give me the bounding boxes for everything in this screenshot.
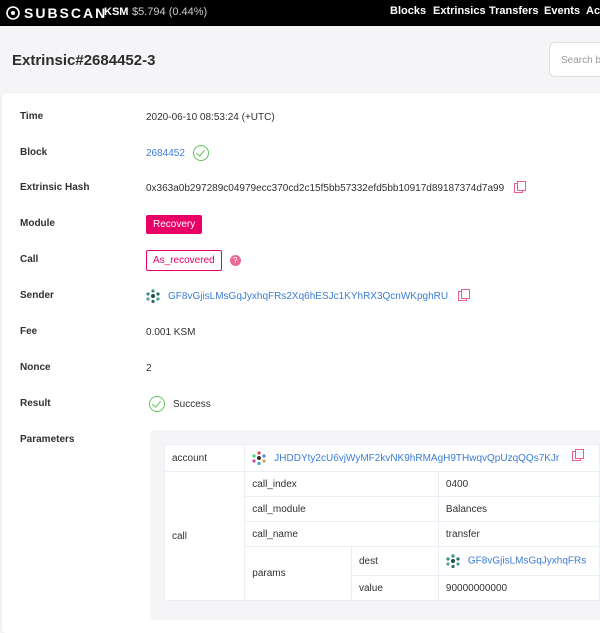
table-row: account JHDDYty2cU6vjWyMF2kvNK9hRMAgH9TH… <box>163 444 600 472</box>
block-label: Block <box>20 147 48 158</box>
top-navigation-bar: SUBSCAN KSM $5.794 (0.44%) Blocks Extrin… <box>0 0 600 26</box>
page-title: Extrinsic#2684452-3 <box>12 52 156 69</box>
block-link[interactable]: 2684452 <box>146 148 185 159</box>
table-row: call call_index 0400 <box>163 471 600 601</box>
logo-text: SUBSCAN <box>24 5 108 21</box>
subscan-logo[interactable]: SUBSCAN <box>6 4 107 22</box>
copy-hash-icon[interactable] <box>514 181 527 193</box>
sender-identicon-icon <box>146 289 160 303</box>
finalized-check-icon <box>192 145 209 161</box>
row-time: Time 2020-06-10 08:53:24 (+UTC) <box>0 99 600 135</box>
param-value-call-module: Balances <box>437 496 600 522</box>
nonce-value: 2 <box>146 362 152 374</box>
extrinsic-hash-value: 0x363a0b297289c04979ecc370cd2c15f5bb5733… <box>146 182 505 194</box>
row-module: Module Recovery <box>0 206 600 242</box>
copy-account-icon[interactable] <box>572 448 585 461</box>
param-value-value: 90000000000 <box>437 575 600 601</box>
sender-label: Sender <box>20 290 54 301</box>
row-call: Call As_recovered ? <box>0 242 600 278</box>
param-key-value: value <box>350 575 439 601</box>
dest-address-link[interactable]: GF8vGjisLMsGqJyxhqFRs <box>468 556 586 567</box>
param-key-dest: dest <box>350 546 439 576</box>
fee-label: Fee <box>20 326 38 337</box>
row-result: Result Success <box>0 386 600 422</box>
result-value: Success <box>173 398 211 410</box>
fee-value: 0.001 KSM <box>146 326 196 338</box>
nav-accounts[interactable]: Acc <box>586 5 600 17</box>
param-key-call-module: call_module <box>244 496 439 522</box>
param-value-call-index: 0400 <box>437 471 600 497</box>
token-symbol: KSM <box>104 6 129 18</box>
call-label: Call <box>20 254 39 265</box>
result-label: Result <box>20 398 51 409</box>
param-key-account: account <box>163 444 246 472</box>
nav-events[interactable]: Events <box>544 5 580 17</box>
row-sender: Sender GF8vGjisLMsGqJyxhqFRs2Xq6hESJc1KY… <box>0 278 600 314</box>
help-icon[interactable]: ? <box>229 254 241 266</box>
subscan-logo-icon <box>6 6 20 20</box>
time-value: 2020-06-10 08:53:24 (+UTC) <box>146 111 275 123</box>
row-nonce: Nonce 2 <box>0 350 600 386</box>
success-check-icon <box>149 396 165 412</box>
row-block: Block 2684452 <box>0 135 600 171</box>
row-extrinsic-hash: Extrinsic Hash 0x363a0b297289c04979ecc37… <box>0 170 600 206</box>
extrinsic-hash-label: Extrinsic Hash <box>20 182 90 193</box>
token-price: $5.794 (0.44%) <box>132 6 208 18</box>
nav-transfers[interactable]: Transfers <box>489 5 539 17</box>
nav-extrinsics[interactable]: Extrinsics <box>433 5 486 17</box>
param-key-params: params <box>244 546 352 601</box>
dest-identicon-icon <box>446 554 460 568</box>
param-key-call: call <box>163 471 246 601</box>
search-input[interactable]: Search b <box>549 42 600 77</box>
row-fee: Fee 0.001 KSM <box>0 314 600 350</box>
time-label: Time <box>20 111 44 122</box>
param-key-call-name: call_name <box>244 521 439 547</box>
parameters-table: account JHDDYty2cU6vjWyMF2kvNK9hRMAgH9TH… <box>163 444 600 601</box>
sender-address-link[interactable]: GF8vGjisLMsGqJyxhqFRs2Xq6hESJc1KYhRX3Qcn… <box>168 291 448 302</box>
call-badge[interactable]: As_recovered <box>146 249 222 271</box>
account-address-link[interactable]: JHDDYty2cU6vjWyMF2kvNK9hRMAgH9THwqvQpUzq… <box>274 453 559 464</box>
nonce-label: Nonce <box>20 362 51 373</box>
account-identicon-icon <box>252 451 266 466</box>
copy-sender-icon[interactable] <box>458 289 471 301</box>
param-key-call-index: call_index <box>244 471 439 497</box>
param-value-call-name: transfer <box>437 521 600 547</box>
parameters-label: Parameters <box>20 434 75 445</box>
module-badge[interactable]: Recovery <box>146 214 203 234</box>
nav-blocks[interactable]: Blocks <box>390 5 426 17</box>
module-label: Module <box>20 218 55 229</box>
